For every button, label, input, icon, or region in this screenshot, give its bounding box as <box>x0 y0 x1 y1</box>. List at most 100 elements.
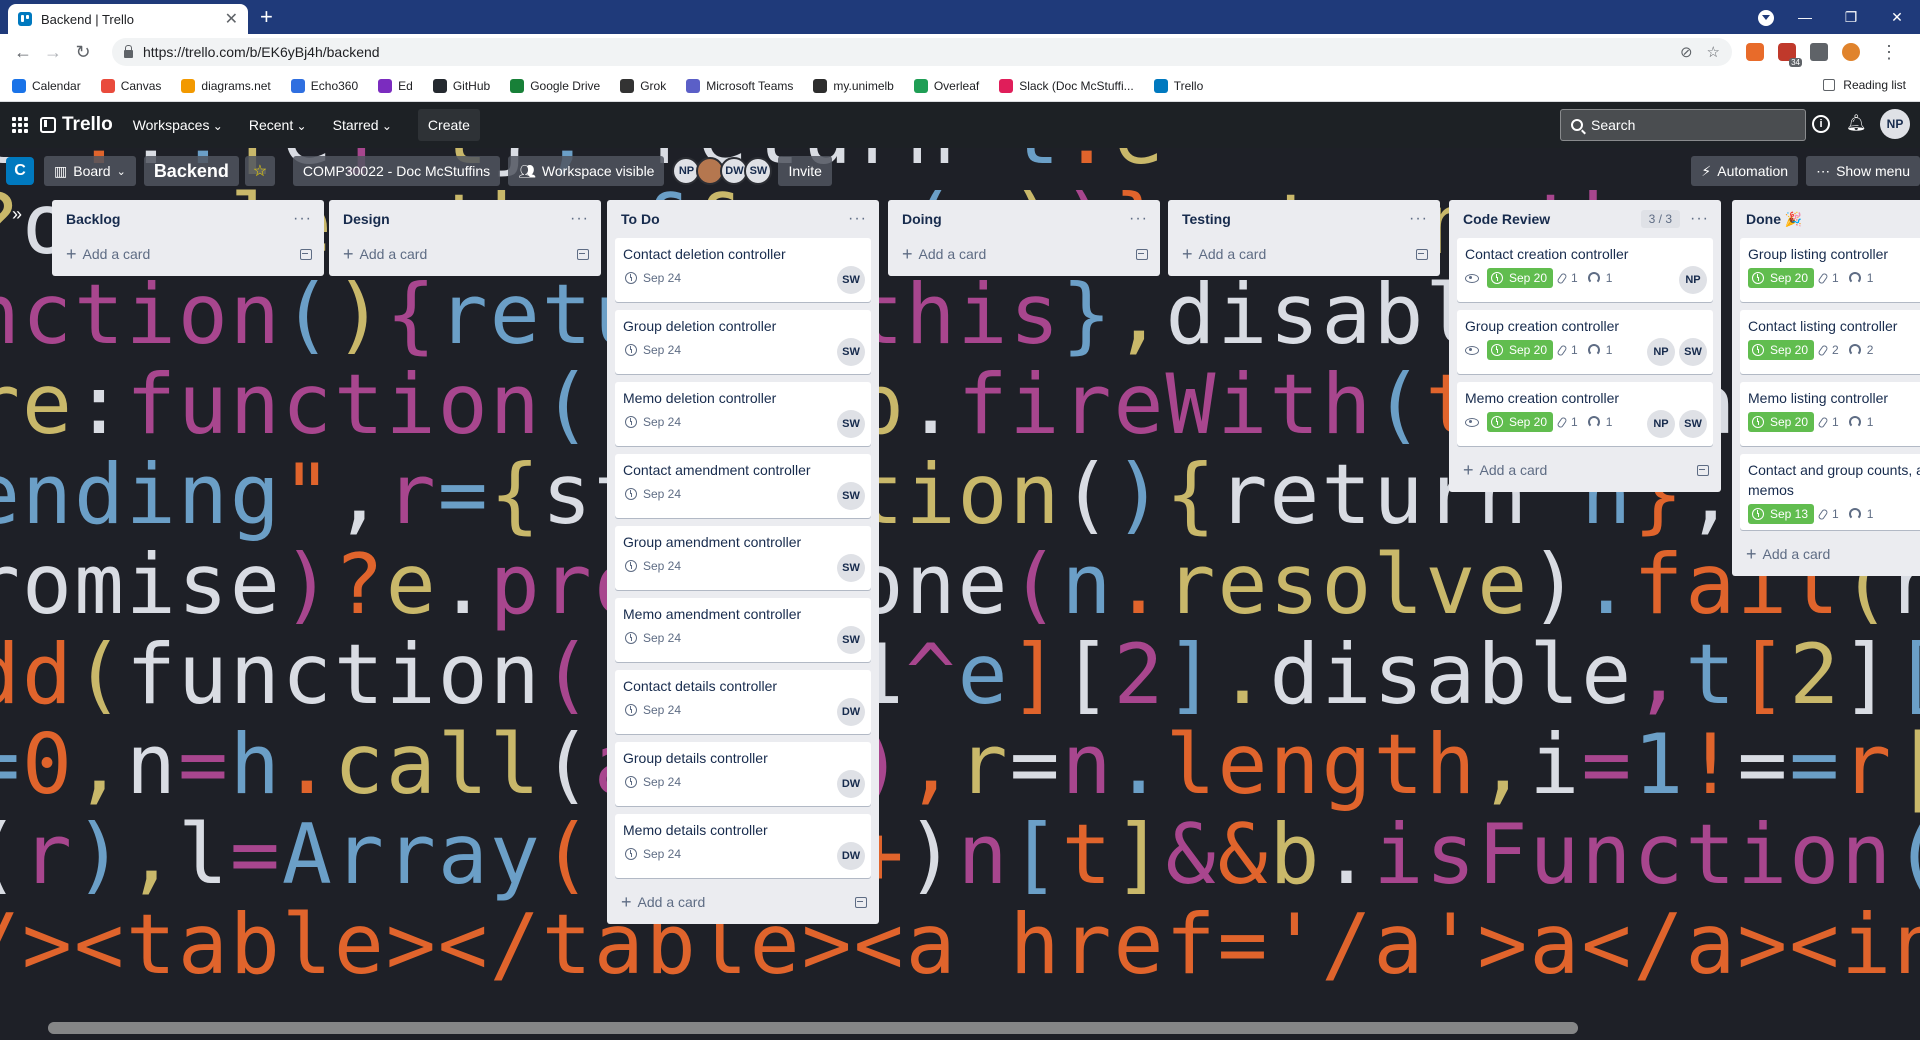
card[interactable]: Memo creation controller Sep 20 1 1 NP SW <box>1457 382 1713 446</box>
show-menu-button[interactable]: ⋯ Show menu <box>1806 156 1920 186</box>
scrollbar-thumb[interactable] <box>48 1022 1578 1034</box>
list-menu-icon[interactable]: ··· <box>1409 210 1428 228</box>
bookmark-10[interactable]: Overleaf <box>913 78 979 93</box>
list-title[interactable]: Doing <box>902 211 1129 227</box>
card-template-icon[interactable] <box>1697 464 1709 476</box>
card-member-avatar[interactable]: SW <box>1679 338 1707 366</box>
new-tab-button[interactable]: + <box>260 4 273 30</box>
due-date-badge[interactable]: Sep 20 <box>1487 412 1554 432</box>
add-card-button[interactable]: + Add a card <box>1740 538 1920 570</box>
card-template-icon[interactable] <box>1136 248 1148 260</box>
invite-button[interactable]: Invite <box>778 156 832 186</box>
list-title[interactable]: Code Review <box>1463 211 1641 227</box>
workspace-tile[interactable]: C <box>6 157 34 185</box>
due-date-badge[interactable]: Sep 24 <box>623 340 685 360</box>
bookmark-1[interactable]: Canvas <box>100 78 161 93</box>
card[interactable]: Group creation controller Sep 20 1 1 NP SW <box>1457 310 1713 374</box>
search-input[interactable]: Search <box>1560 109 1806 141</box>
expand-sidebar-icon[interactable]: » <box>12 204 22 225</box>
card-member-avatar[interactable]: DW <box>837 770 865 798</box>
automation-button[interactable]: ⚡︎ Automation <box>1691 156 1799 186</box>
add-card-button[interactable]: + Add a card <box>896 238 1152 270</box>
list-title[interactable]: Backlog <box>66 211 293 227</box>
horizontal-scrollbar[interactable] <box>48 1022 1578 1034</box>
due-date-badge[interactable]: Sep 13 <box>1748 504 1815 524</box>
back-button[interactable]: ← <box>8 42 38 63</box>
info-icon[interactable]: i <box>1812 115 1830 133</box>
extension-badge-icon[interactable]: 34 <box>1778 43 1802 67</box>
due-date-badge[interactable]: Sep 24 <box>623 700 685 720</box>
tracking-protection-icon[interactable]: ⊘ <box>1680 43 1693 61</box>
add-card-button[interactable]: + Add a card <box>1457 454 1713 486</box>
restore-button[interactable]: ❐ <box>1828 9 1874 26</box>
puzzle-icon[interactable] <box>1810 43 1828 61</box>
card-member-avatar[interactable]: SW <box>837 410 865 438</box>
member-avatar[interactable]: SW <box>744 157 773 185</box>
bookmark-8[interactable]: Microsoft Teams <box>686 78 793 93</box>
bookmark-12[interactable]: Trello <box>1153 78 1203 93</box>
card[interactable]: Contact and group counts, and memos Sep 1… <box>1740 454 1920 530</box>
due-date-badge[interactable]: Sep 24 <box>623 268 685 288</box>
reload-button[interactable]: ↻ <box>68 42 98 63</box>
list-menu-icon[interactable]: ··· <box>293 210 312 228</box>
due-date-badge[interactable]: Sep 20 <box>1748 268 1815 288</box>
bell-icon[interactable]: 🔔︎ <box>1846 115 1866 133</box>
card-member-avatar[interactable]: DW <box>837 842 865 870</box>
add-card-button[interactable]: + Add a card <box>1176 238 1432 270</box>
close-window-button[interactable]: ✕ <box>1874 9 1920 26</box>
nav-starred[interactable]: Starred <box>333 117 392 133</box>
trello-logo[interactable]: Trello <box>40 114 113 136</box>
due-date-badge[interactable]: Sep 24 <box>623 556 685 576</box>
extension-icon[interactable] <box>1746 43 1764 61</box>
nav-recent[interactable]: Recent <box>249 117 307 133</box>
card[interactable]: Memo deletion controller Sep 24 SW <box>615 382 871 446</box>
card-member-avatar[interactable]: NP <box>1647 338 1675 366</box>
due-date-badge[interactable]: Sep 20 <box>1487 340 1554 360</box>
due-date-badge[interactable]: Sep 24 <box>623 772 685 792</box>
bookmark-6[interactable]: Google Drive <box>510 78 600 93</box>
card-member-avatar[interactable]: SW <box>837 338 865 366</box>
bookmark-3[interactable]: Echo360 <box>290 78 358 93</box>
list-menu-icon[interactable]: ··· <box>1690 210 1709 228</box>
board-title[interactable]: Backend <box>143 156 239 186</box>
view-switcher-button[interactable]: ▥ Board ⌄ <box>44 156 136 186</box>
workspace-name-button[interactable]: COMP30022 - Doc McStuffins <box>292 156 501 186</box>
bookmark-7[interactable]: Grok <box>620 78 666 93</box>
star-icon[interactable]: ☆ <box>244 156 275 186</box>
card-member-avatar[interactable]: SW <box>837 626 865 654</box>
card-member-avatar[interactable]: SW <box>837 266 865 294</box>
bookmark-star-icon[interactable]: ☆ <box>1707 43 1720 61</box>
card-member-avatar[interactable]: NP <box>1679 266 1707 294</box>
tab-search-button[interactable] <box>1750 8 1782 26</box>
card[interactable]: Group details controller Sep 24 DW <box>615 742 871 806</box>
bookmark-0[interactable]: Calendar <box>12 78 81 93</box>
bookmark-2[interactable]: diagrams.net <box>181 78 271 93</box>
card-member-avatar[interactable]: SW <box>837 554 865 582</box>
due-date-badge[interactable]: Sep 24 <box>623 628 685 648</box>
card[interactable]: Contact listing controller Sep 20 2 2 <box>1740 310 1920 374</box>
card[interactable]: Memo amendment controller Sep 24 SW <box>615 598 871 662</box>
bookmark-5[interactable]: GitHub <box>432 78 490 93</box>
due-date-badge[interactable]: Sep 24 <box>623 844 685 864</box>
create-button[interactable]: Create <box>417 109 480 141</box>
browser-tab[interactable]: Backend | Trello ✕ <box>8 4 248 34</box>
card[interactable]: Group amendment controller Sep 24 SW <box>615 526 871 590</box>
nav-workspaces[interactable]: Workspaces <box>133 117 223 133</box>
card[interactable]: Group listing controller Sep 20 1 1 <box>1740 238 1920 302</box>
user-avatar[interactable]: NP <box>1880 109 1910 139</box>
card-member-avatar[interactable]: NP <box>1647 410 1675 438</box>
card-member-avatar[interactable]: DW <box>837 698 865 726</box>
list-menu-icon[interactable]: ··· <box>1129 210 1148 228</box>
forward-button[interactable]: → <box>38 42 68 63</box>
card-template-icon[interactable] <box>855 896 867 908</box>
profile-avatar[interactable] <box>1842 43 1860 61</box>
url-text[interactable]: https://trello.com/b/EK6yBj4h/backend <box>143 44 1666 60</box>
due-date-badge[interactable]: Sep 24 <box>623 484 685 504</box>
list-title[interactable]: Done 🎉 <box>1746 211 1920 228</box>
card[interactable]: Contact amendment controller Sep 24 SW <box>615 454 871 518</box>
card[interactable]: Contact deletion controller Sep 24 SW <box>615 238 871 302</box>
bookmark-11[interactable]: Slack (Doc McStuffi... <box>999 78 1134 93</box>
close-tab-icon[interactable]: ✕ <box>225 9 238 29</box>
omnibox[interactable]: https://trello.com/b/EK6yBj4h/backend ⊘ … <box>112 38 1732 66</box>
more-menu-icon[interactable]: ⋮ <box>1874 42 1904 63</box>
